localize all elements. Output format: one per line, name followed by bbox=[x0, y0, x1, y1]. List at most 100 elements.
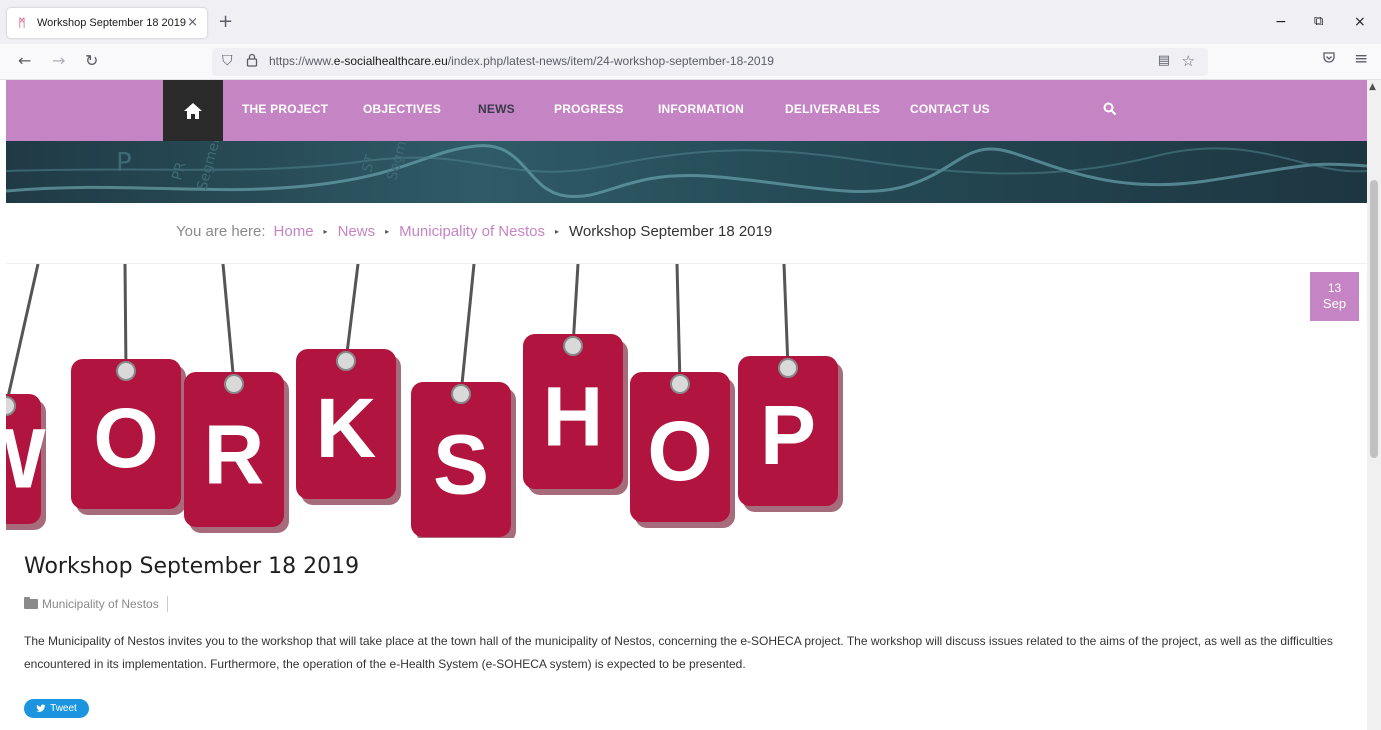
workshop-tag: W bbox=[6, 264, 46, 530]
breadcrumb-separator-icon: ▸ bbox=[323, 227, 328, 236]
home-button[interactable] bbox=[163, 80, 223, 141]
lock-icon[interactable] bbox=[246, 53, 258, 71]
header-banner: P PR Segmen ST Segm bbox=[6, 141, 1367, 203]
minimize-icon[interactable]: − bbox=[1275, 12, 1287, 32]
tag-eyelet bbox=[116, 361, 136, 381]
workshop-tag: O bbox=[71, 264, 186, 515]
tag-eyelet bbox=[451, 384, 471, 404]
tag-eyelet bbox=[670, 374, 690, 394]
breadcrumb-separator-icon: ▸ bbox=[385, 227, 390, 236]
tab-active[interactable]: ᛗ Workshop September 18 2019 × bbox=[7, 8, 207, 38]
breadcrumb-category-link[interactable]: Municipality of Nestos bbox=[399, 223, 545, 240]
tag-eyelet bbox=[563, 336, 583, 356]
date-month: Sep bbox=[1322, 296, 1347, 311]
workshop-tag: P bbox=[738, 264, 843, 512]
menu-item-contact-us[interactable]: CONTACT US bbox=[910, 102, 990, 116]
date-day: 13 bbox=[1327, 281, 1342, 295]
url-bar[interactable]: ⛉ https://www.e-socialhealthcare.eu/inde… bbox=[212, 48, 1208, 76]
menu-item-the-project[interactable]: THE PROJECT bbox=[242, 102, 328, 116]
site-menu: THE PROJECT OBJECTIVES NEWS PROGRESS INF… bbox=[6, 80, 1367, 141]
breadcrumb-separator-icon: ▸ bbox=[555, 227, 560, 236]
tab-title: Workshop September 18 2019 bbox=[37, 17, 186, 29]
breadcrumb-news-link[interactable]: News bbox=[338, 223, 376, 240]
article-category: Municipality of Nestos bbox=[24, 596, 168, 612]
app-menu-icon[interactable]: ≡ bbox=[1354, 49, 1368, 69]
reader-view-icon[interactable]: ▤ bbox=[1158, 53, 1170, 68]
tag-string bbox=[221, 264, 236, 385]
svg-text:PR: PR bbox=[169, 160, 189, 182]
workshop-tag: S bbox=[411, 264, 516, 538]
tag-string bbox=[782, 264, 790, 369]
navigation-toolbar: ← → ↻ ⛉ https://www.e-socialhealthcare.e… bbox=[0, 44, 1381, 80]
breadcrumb-prefix: You are here: bbox=[176, 223, 266, 240]
tag-letter: K bbox=[316, 381, 377, 475]
tag-string bbox=[123, 264, 128, 372]
svg-text:P: P bbox=[116, 148, 132, 178]
breadcrumb-current: Workshop September 18 2019 bbox=[569, 223, 773, 240]
tag-eyelet bbox=[778, 358, 798, 378]
workshop-tag: H bbox=[523, 264, 628, 495]
tweet-button[interactable]: Tweet bbox=[24, 699, 89, 718]
tag-string bbox=[571, 264, 580, 347]
article-title: Workshop September 18 2019 bbox=[24, 554, 360, 579]
tag-string bbox=[6, 264, 40, 407]
tag-letter: S bbox=[433, 418, 489, 512]
tag-string bbox=[675, 264, 682, 385]
menu-item-news[interactable]: NEWS bbox=[478, 102, 515, 116]
tag-eyelet bbox=[224, 374, 244, 394]
url-path: /index.php/latest-news/item/24-workshop-… bbox=[447, 54, 774, 68]
pocket-icon[interactable] bbox=[1322, 51, 1336, 69]
back-icon[interactable]: ← bbox=[18, 50, 31, 72]
site-favicon-icon: ᛗ bbox=[18, 16, 26, 30]
menu-item-information[interactable]: INFORMATION bbox=[658, 102, 744, 116]
tag-string bbox=[459, 264, 476, 395]
forward-icon[interactable]: → bbox=[52, 50, 65, 72]
tag-string bbox=[344, 264, 360, 362]
tweet-label: Tweet bbox=[50, 703, 77, 714]
page-scrollbar[interactable]: ▲ bbox=[1367, 80, 1381, 730]
svg-text:ST: ST bbox=[359, 153, 379, 174]
new-tab-icon[interactable]: + bbox=[218, 12, 233, 32]
breadcrumb-home-link[interactable]: Home bbox=[274, 223, 314, 240]
close-window-icon[interactable]: × bbox=[1354, 12, 1366, 32]
web-page: THE PROJECT OBJECTIVES NEWS PROGRESS INF… bbox=[6, 80, 1367, 730]
url-prefix: https://www. bbox=[269, 54, 334, 68]
workshop-tag: K bbox=[296, 264, 401, 505]
breadcrumb: You are here: Home ▸ News ▸ Municipality… bbox=[176, 223, 772, 240]
tracking-shield-icon[interactable]: ⛉ bbox=[222, 53, 233, 69]
tag-letter: O bbox=[647, 404, 712, 498]
workshop-tags-graphic: WORKSHOP bbox=[6, 264, 843, 538]
tag-letter: R bbox=[204, 408, 265, 502]
url-text[interactable]: https://www.e-socialhealthcare.eu/index.… bbox=[269, 54, 774, 68]
folder-icon bbox=[24, 597, 38, 609]
category-link[interactable]: Municipality of Nestos bbox=[42, 597, 159, 611]
workshop-tag: O bbox=[630, 264, 735, 528]
tab-strip: ᛗ Workshop September 18 2019 × + − ⧉ × bbox=[0, 0, 1381, 44]
scroll-up-icon[interactable]: ▲ bbox=[1369, 82, 1376, 92]
workshop-tag: R bbox=[184, 264, 289, 533]
bookmark-star-icon[interactable]: ☆ bbox=[1182, 52, 1195, 70]
menu-item-deliverables[interactable]: DELIVERABLES bbox=[785, 102, 880, 116]
article-body: The Municipality of Nestos invites you t… bbox=[24, 634, 1333, 671]
tab-close-icon[interactable]: × bbox=[187, 15, 198, 31]
date-badge: 13 Sep bbox=[1310, 272, 1359, 321]
category-separator bbox=[166, 596, 168, 612]
svg-text:Segmen: Segmen bbox=[194, 141, 224, 192]
menu-item-progress[interactable]: PROGRESS bbox=[554, 102, 624, 116]
restore-icon[interactable]: ⧉ bbox=[1314, 12, 1323, 32]
home-icon bbox=[184, 102, 202, 119]
tag-letter: P bbox=[760, 388, 816, 482]
browser-window: ᛗ Workshop September 18 2019 × + − ⧉ × ←… bbox=[0, 0, 1381, 730]
scrollbar-thumb[interactable] bbox=[1370, 180, 1378, 458]
article-hero-image: WORKSHOP bbox=[6, 264, 846, 538]
svg-text:Segm: Segm bbox=[384, 141, 410, 182]
tag-eyelet bbox=[336, 351, 356, 371]
url-host: e-socialhealthcare.eu bbox=[333, 54, 448, 68]
search-icon[interactable] bbox=[1103, 102, 1117, 120]
reload-icon[interactable]: ↻ bbox=[85, 50, 98, 72]
tag-letter: H bbox=[543, 370, 604, 464]
menu-item-objectives[interactable]: OBJECTIVES bbox=[363, 102, 441, 116]
banner-graphic: P PR Segmen ST Segm bbox=[6, 141, 1367, 199]
tag-letter: W bbox=[6, 412, 46, 506]
tag-letter: O bbox=[93, 391, 158, 485]
